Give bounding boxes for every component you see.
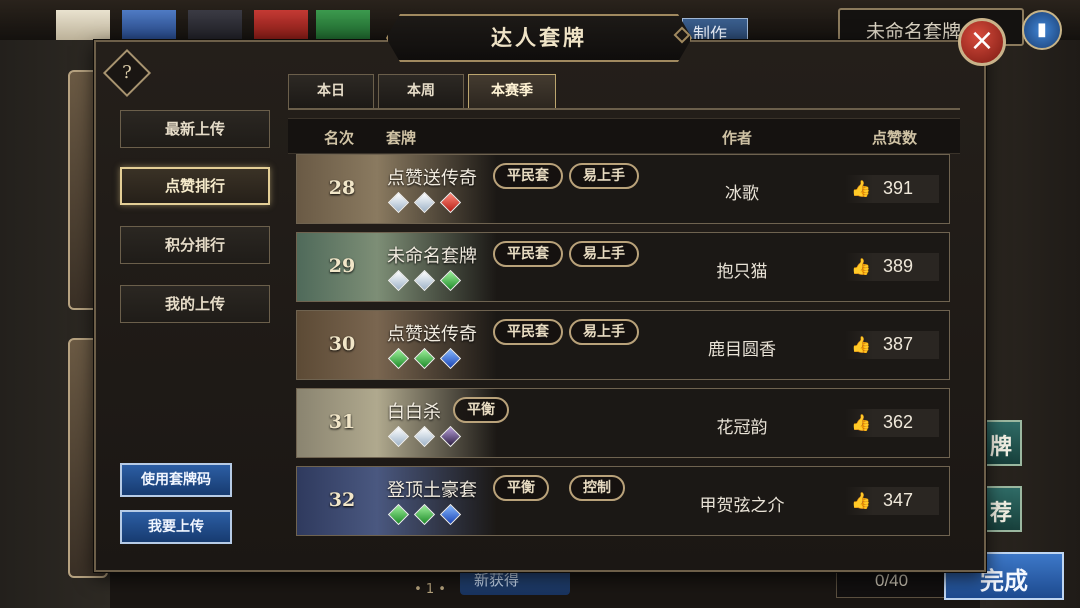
column-author: 作者 [722,129,753,147]
deck-tag: 控制 [569,475,625,501]
deck-name: 点赞送传奇 [387,168,477,188]
menu-latest-uploads[interactable]: 最新上传 [120,110,270,148]
like-count: 391 [883,178,914,198]
close-button[interactable]: × [958,18,1006,66]
use-deck-code-button[interactable]: 使用套牌码 [120,463,232,497]
banner-decoration [122,10,176,42]
column-rank: 名次 [324,129,355,147]
rank-number: 30 [328,333,356,355]
deck-tag: 平民套 [493,319,563,345]
rank-number: 32 [328,489,356,511]
tab-this-week[interactable]: 本周 [378,74,464,108]
deck-tag: 平衡 [493,475,549,501]
like-count: 389 [883,256,914,276]
banner-decoration [56,10,110,42]
table-header: 名次 套牌 作者 点赞数 [288,118,960,154]
menu-my-uploads[interactable]: 我的上传 [120,285,270,323]
side-button-recommend[interactable]: 荐 [982,486,1022,532]
deck-row[interactable]: 29 未命名套牌 平民套 易上手 抱只猫 👍 389 [296,232,950,302]
question-icon: ? [122,62,132,83]
deck-name: 点赞送传奇 [387,324,477,344]
deck-tag: 易上手 [569,163,639,189]
thumbs-up-icon: 👍 [851,413,871,432]
deck-name: 白白杀 [387,402,441,422]
menu-likes-ranking[interactable]: 点赞排行 [120,167,270,205]
likes-box: 👍 387 [845,331,939,359]
thumbs-up-icon: 👍 [851,257,871,276]
likes-box: 👍 347 [845,487,939,515]
thumbs-up-icon: 👍 [851,179,871,198]
deck-name: 登顶土豪套 [387,480,477,500]
thumbs-up-icon: 👍 [851,335,871,354]
deck-tag: 平民套 [493,241,563,267]
author-name: 花冠韵 [716,418,768,437]
banner-decoration [254,10,308,42]
deck-tag: 平衡 [453,397,509,423]
thumbs-up-icon: 👍 [851,491,871,510]
menu-points-ranking[interactable]: 积分排行 [120,226,270,264]
deck-tag: 平民套 [493,163,563,189]
column-deck: 套牌 [386,129,417,147]
column-likes: 点赞数 [872,129,918,147]
rank-number: 31 [328,411,356,433]
likes-box: 👍 391 [845,175,939,203]
stats-icon[interactable]: ▮ [1022,10,1062,50]
upload-deck-button[interactable]: 我要上传 [120,510,232,544]
author-name: 冰歌 [725,184,759,203]
deck-row[interactable]: 32 登顶土豪套 平衡 控制 甲贺弦之介 👍 347 [296,466,950,536]
banner-decoration [188,10,242,42]
deck-row[interactable]: 28 点赞送传奇 平民套 易上手 冰歌 👍 391 [296,154,950,224]
deck-tag: 易上手 [569,241,639,267]
author-name: 鹿目圆香 [708,340,776,359]
deck-row[interactable]: 30 点赞送传奇 平民套 易上手 鹿目圆香 👍 387 [296,310,950,380]
likes-box: 👍 389 [845,253,939,281]
like-count: 387 [883,334,914,354]
author-name: 抱只猫 [716,262,768,281]
rank-number: 28 [328,177,356,199]
like-count: 347 [883,490,914,510]
like-count: 362 [883,412,914,432]
author-name: 甲贺弦之介 [699,496,785,515]
page-indicator: • 1 • [414,582,446,597]
modal-title: 达人套牌 [386,14,692,62]
likes-box: 👍 362 [845,409,939,437]
tab-today[interactable]: 本日 [288,74,374,108]
deck-name: 未命名套牌 [387,246,477,266]
deck-row[interactable]: 31 白白杀 平衡 花冠韵 👍 362 [296,388,950,458]
banner-decoration [316,10,370,42]
rank-number: 29 [328,255,356,277]
deck-tag: 易上手 [569,319,639,345]
tab-this-season[interactable]: 本赛季 [468,74,556,108]
side-button-deck[interactable]: 牌 [982,420,1022,466]
tab-divider [288,108,960,110]
